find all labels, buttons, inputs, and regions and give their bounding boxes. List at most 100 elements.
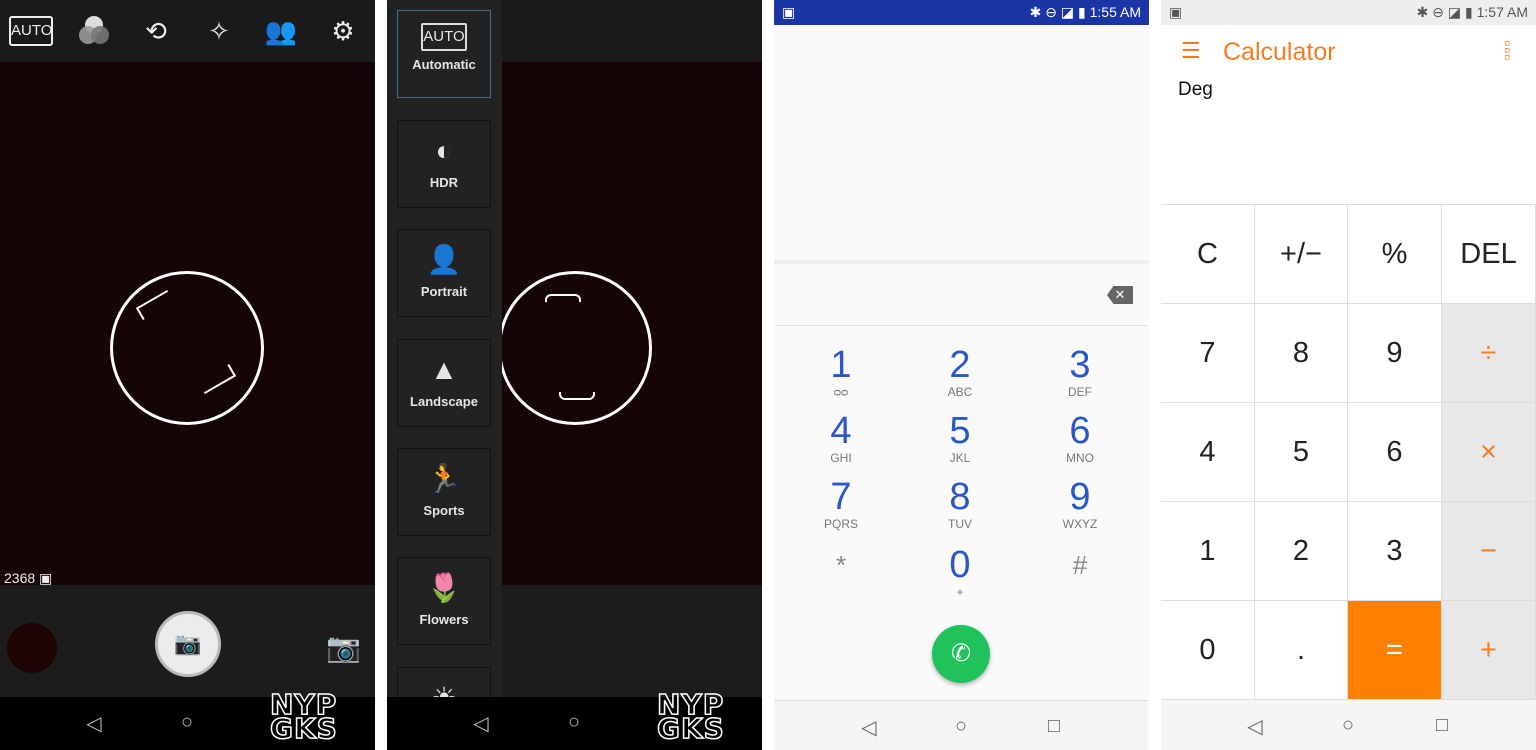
calc-key[interactable]: 1 — [1161, 502, 1255, 601]
calc-key[interactable]: 2 — [1255, 502, 1348, 601]
calc-key[interactable]: 8 — [1255, 304, 1348, 403]
calc-key[interactable]: − — [1442, 502, 1536, 601]
calc-key[interactable]: × — [1442, 403, 1536, 502]
dial-key-6[interactable]: 6 MNO — [1040, 411, 1120, 465]
dial-key-*[interactable]: * — [801, 545, 881, 585]
gallery-icon: ▣ — [39, 570, 53, 586]
dial-letters: MNO — [1066, 451, 1094, 465]
angle-mode: Deg — [1178, 79, 1213, 100]
scene-mode-portrait[interactable]: 👤 Portrait — [397, 229, 491, 317]
home-button[interactable]: ○ — [561, 711, 587, 734]
watermark-logo: NYP GKS — [656, 688, 725, 745]
auto-mode-icon[interactable]: AUTO — [9, 16, 53, 46]
dial-key-#[interactable]: # — [1040, 545, 1120, 585]
back-button[interactable]: ◁ — [468, 711, 494, 736]
back-button[interactable]: ◁ — [81, 711, 107, 736]
gear-icon[interactable]: ⚙ — [323, 14, 363, 48]
call-button[interactable]: ✆ — [932, 625, 990, 683]
menu-icon[interactable]: ☰ — [1181, 38, 1201, 64]
camera-bottom-bar: 📷 📷 — [0, 585, 375, 697]
recents-button[interactable]: □ — [1429, 714, 1455, 737]
landscape-icon: ▲ — [430, 354, 458, 385]
dial-key-4[interactable]: 4 GHI — [801, 411, 881, 465]
scene-mode-landscape[interactable]: ▲ Landscape — [397, 339, 491, 427]
photo-count-value: 2368 — [4, 570, 36, 586]
image-notification-icon: ▣ — [782, 4, 796, 20]
dial-key-1[interactable]: 1 ᴑᴑ — [801, 345, 881, 399]
dial-digit: * — [835, 550, 847, 580]
number-input[interactable]: ✕ — [774, 260, 1149, 326]
dial-digit: 6 — [1069, 410, 1091, 452]
dial-key-5[interactable]: 5 JKL — [920, 411, 1000, 465]
hdr-icon: ◐ — [435, 135, 453, 166]
dial-key-8[interactable]: 8 TUV — [920, 477, 1000, 531]
dial-digit: 8 — [949, 476, 971, 518]
image-notification-icon: ▣ — [1169, 4, 1183, 20]
dial-digit: 1 — [830, 344, 852, 386]
scene-mode-label: Automatic — [412, 57, 476, 72]
switch-camera-icon[interactable]: ⟲ — [136, 14, 176, 48]
scene-mode-label: Landscape — [410, 394, 478, 409]
calc-key[interactable]: + — [1442, 601, 1536, 700]
calc-key[interactable]: 6 — [1348, 403, 1442, 502]
gallery-thumbnail[interactable] — [7, 623, 57, 673]
home-button[interactable]: ○ — [948, 715, 974, 738]
dial-letters: JKL — [949, 451, 971, 465]
dial-digit: 0 — [949, 544, 971, 586]
back-button[interactable]: ◁ — [1242, 714, 1268, 739]
back-button[interactable]: ◁ — [856, 715, 882, 740]
focus-bracket — [135, 289, 175, 321]
dual-profile-icon[interactable]: 👥 — [261, 14, 301, 48]
status-bar: ▣ ✱ ⊖ ◪ ▮ 1:57 AM — [1161, 0, 1536, 25]
calc-key[interactable]: = — [1348, 601, 1442, 700]
focus-bracket — [559, 392, 595, 400]
dial-key-0[interactable]: 0 + — [920, 545, 1000, 599]
calc-key[interactable]: 4 — [1161, 403, 1255, 502]
dialer-screen: ▣ ✱ ⊖ ◪ ▮ 1:55 AM ✕ 1 ᴑᴑ 2 ABC 3 DEF 4 GHI 5 JKL 6… — [774, 0, 1149, 750]
dial-key-9[interactable]: 9 WXYZ — [1040, 477, 1120, 531]
auto-mode-icon: AUTO — [421, 23, 467, 51]
dial-letters: PQRS — [823, 517, 858, 531]
scene-mode-hdr[interactable]: ◐ HDR — [397, 120, 491, 208]
dial-key-3[interactable]: 3 DEF — [1040, 345, 1120, 399]
focus-ring — [110, 271, 264, 425]
color-filter-icon[interactable] — [74, 14, 114, 48]
calc-key[interactable]: DEL — [1442, 205, 1536, 304]
calc-key[interactable]: C — [1161, 205, 1255, 304]
more-options-icon[interactable]: ▫ ▫ ▫ — [1504, 34, 1514, 66]
calc-key[interactable]: 0 — [1161, 601, 1255, 700]
calc-key[interactable]: 5 — [1255, 403, 1348, 502]
home-button[interactable]: ○ — [1335, 714, 1361, 737]
dial-letters: + — [956, 585, 964, 599]
focus-bracket — [197, 363, 237, 395]
calc-key[interactable]: ÷ — [1442, 304, 1536, 403]
calc-key[interactable]: . — [1255, 601, 1348, 700]
dial-key-7[interactable]: 7 PQRS — [801, 477, 881, 531]
recents-button[interactable]: □ — [1041, 715, 1067, 738]
calc-key[interactable]: % — [1348, 205, 1442, 304]
portrait-icon: 👤 — [426, 244, 462, 275]
scene-mode-sports[interactable]: 🏃 Sports — [397, 448, 491, 536]
dial-digit: # — [1072, 550, 1088, 580]
home-button[interactable]: ○ — [174, 711, 200, 734]
backspace-icon[interactable]: ✕ — [1107, 286, 1133, 304]
scene-mode-label: Flowers — [419, 612, 469, 627]
scene-mode-flowers[interactable]: 🌷 Flowers — [397, 557, 491, 645]
photo-mode-icon[interactable]: 📷 — [326, 631, 361, 664]
dial-letters: GHI — [830, 451, 852, 465]
status-right: ✱ ⊖ ◪ ▮ 1:55 AM — [1029, 4, 1141, 20]
scene-mode-automatic[interactable]: AUTO Automatic — [397, 10, 491, 98]
shutter-button[interactable]: 📷 — [155, 611, 221, 677]
scene-mode-list[interactable]: AUTO Automatic ◐ HDR 👤 Portrait ▲ Landscape 🏃 Spo… — [387, 0, 502, 750]
calc-key[interactable]: +/− — [1255, 205, 1348, 304]
dial-key-2[interactable]: 2 ABC — [920, 345, 1000, 399]
focus-bracket — [545, 294, 581, 302]
calc-key[interactable]: 7 — [1161, 304, 1255, 403]
camera-screen: AUTO ⟲ ✧ 👥 ⚙ 2368 ▣ 📷 📷 ◁ ○ NYP GKS — [0, 0, 375, 750]
beauty-face-icon[interactable]: ✧ — [199, 14, 239, 48]
calculator-screen: ▣ ✱ ⊖ ◪ ▮ 1:57 AM ☰ Calculator ▫ ▫ ▫ Deg C… — [1161, 0, 1536, 750]
calc-key[interactable]: 9 — [1348, 304, 1442, 403]
nav-bar: ◁ ○ □ — [774, 700, 1149, 750]
status-bar: ▣ ✱ ⊖ ◪ ▮ 1:55 AM — [774, 0, 1149, 25]
calc-key[interactable]: 3 — [1348, 502, 1442, 601]
